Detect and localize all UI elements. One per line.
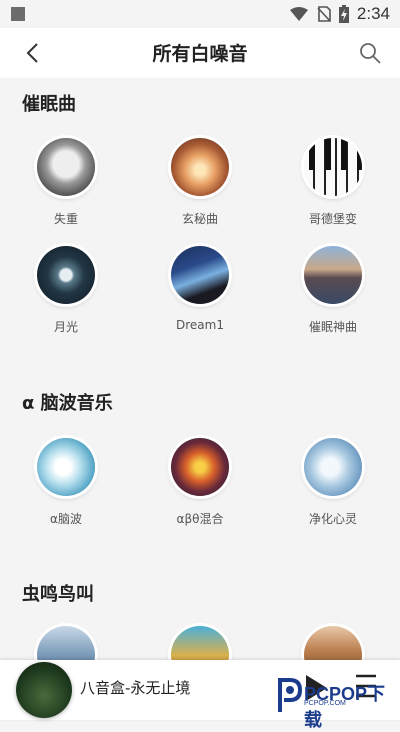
track-item[interactable]: 玄秘曲 [145,138,255,227]
frog-thumb [171,626,229,660]
search-icon [360,43,381,64]
watermark: PCPOP下载 PCPOP.COM [276,672,400,730]
moon-thumb [37,246,95,304]
track-item[interactable]: α脑波 [11,438,121,527]
app-header: 所有白噪音 [0,28,400,78]
fire-flower-thumb [171,438,229,496]
track-label: 净化心灵 [308,512,357,526]
section-title-insects-birds: 虫鸣鸟叫 [22,584,94,605]
watermark-logo-icon [278,678,302,712]
content-scroll[interactable]: 催眠曲 失重 玄秘曲 哥德堡变 月光 Dream1 催眠神曲 α 脑波音乐 α脑… [0,78,400,660]
track-item[interactable]: 催眠神曲 [278,246,388,335]
track-item[interactable]: 失重 [11,138,121,227]
track-item[interactable]: 哥德堡变 [278,138,388,227]
track-item[interactable]: αβθ混合 [145,438,255,527]
track-label: 哥德堡变 [308,212,357,226]
no-sim-icon [317,6,331,22]
bird-thumb [37,626,95,660]
track-item[interactable] [11,626,121,660]
status-time: 2:34 [356,4,390,23]
player-cover-art [16,662,72,718]
glow-orb-thumb [171,138,229,196]
track-label: 玄秘曲 [181,212,218,226]
track-label: 催眠神曲 [308,320,357,334]
track-item[interactable]: 月光 [11,246,121,335]
night-sky-thumb [171,246,229,304]
piano-keys-thumb [304,138,362,196]
lake-swans-thumb [304,246,362,304]
notification-square-icon [11,7,25,21]
section-title-lullaby: 催眠曲 [22,94,76,115]
track-item[interactable]: 净化心灵 [278,438,388,527]
track-label: αβθ混合 [176,512,224,526]
wifi-icon [289,7,308,21]
track-label: 月光 [53,320,78,334]
section-title-alpha-waves: α 脑波音乐 [22,393,113,414]
track-item[interactable] [278,626,388,660]
status-icons: 2:34 [289,3,390,25]
track-item[interactable]: Dream1 [145,246,255,332]
battery-charging-icon [338,5,349,23]
watermark-subtext: PCPOP.COM [304,700,346,707]
search-button[interactable] [356,39,384,67]
forest-thumb [304,626,362,660]
astronaut-thumb [37,138,95,196]
status-bar: 2:34 [0,0,400,28]
track-item[interactable] [145,626,255,660]
neural-wave-thumb [37,438,95,496]
track-label: Dream1 [176,318,224,332]
track-label: 失重 [53,212,78,226]
page-title: 所有白噪音 [152,43,248,65]
track-label: α脑波 [50,512,82,526]
player-track-title: 八音盒-永无止境 [80,679,191,697]
water-splash-thumb [304,438,362,496]
